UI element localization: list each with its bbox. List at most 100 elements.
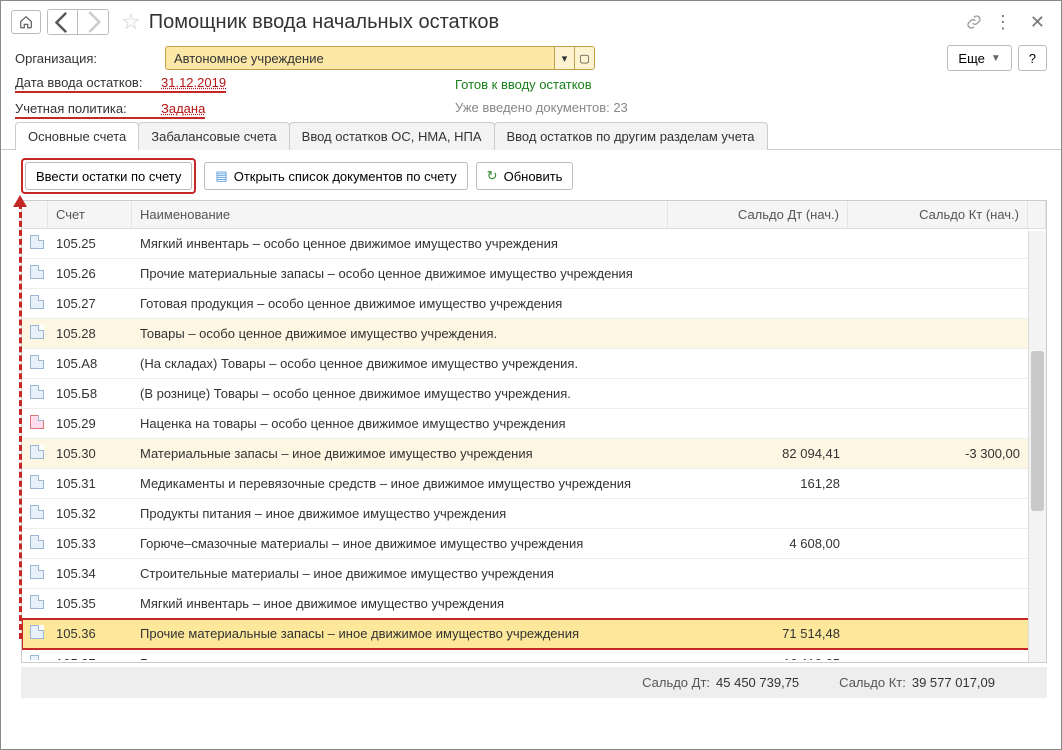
- cell-debit: 161,28: [668, 470, 848, 497]
- cell-account: 105.35: [48, 590, 132, 617]
- footer-cred-value: 39 577 017,09: [912, 675, 995, 690]
- org-label: Организация:: [15, 51, 155, 66]
- tab-main-accounts[interactable]: Основные счета: [15, 122, 139, 150]
- open-icon[interactable]: ▢: [574, 47, 594, 69]
- table-row[interactable]: 105.34Строительные материалы – иное движ…: [22, 559, 1046, 589]
- table-row[interactable]: 105.Б8(В рознице) Товары – особо ценное …: [22, 379, 1046, 409]
- account-icon: [30, 325, 44, 339]
- table-row[interactable]: 105.31Медикаменты и перевязочные средств…: [22, 469, 1046, 499]
- help-button[interactable]: ?: [1018, 45, 1047, 71]
- cell-account: 105.34: [48, 560, 132, 587]
- cell-name: Продукты питания – иное движимое имущест…: [132, 500, 668, 527]
- cell-debit: [668, 598, 848, 610]
- more-button[interactable]: Еще▼: [947, 45, 1011, 71]
- table-row[interactable]: 105.35Мягкий инвентарь – иное движимое и…: [22, 589, 1046, 619]
- account-icon: [30, 385, 44, 399]
- refresh-icon: ↻: [487, 168, 498, 184]
- col-debit[interactable]: Сальдо Дт (нач.): [668, 201, 848, 228]
- table-row[interactable]: 105.А8(На складах) Товары – особо ценное…: [22, 349, 1046, 379]
- cell-debit: [668, 268, 848, 280]
- account-icon: [30, 475, 44, 489]
- enter-balances-button[interactable]: Ввести остатки по счету: [25, 162, 192, 190]
- table-row[interactable]: 105.25Мягкий инвентарь – особо ценное дв…: [22, 229, 1046, 259]
- tab-other[interactable]: Ввод остатков по другим разделам учета: [494, 122, 768, 150]
- tab-os-nma[interactable]: Ввод остатков ОС, НМА, НПА: [289, 122, 495, 150]
- date-label: Дата ввода остатков:: [15, 75, 161, 93]
- cell-name: (В рознице) Товары – особо ценное движим…: [132, 380, 668, 407]
- back-button[interactable]: [48, 10, 78, 34]
- col-account[interactable]: Счет: [48, 201, 132, 228]
- cell-name: Готовая продукция – особо ценное движимо…: [132, 290, 668, 317]
- table-row[interactable]: 105.33Горюче–смазочные материалы – иное …: [22, 529, 1046, 559]
- home-icon: [19, 15, 33, 29]
- cell-account: 105.32: [48, 500, 132, 527]
- cell-account: 105.27: [48, 290, 132, 317]
- col-name[interactable]: Наименование: [132, 201, 668, 228]
- cell-account: 105.Б8: [48, 380, 132, 407]
- page-title: Помощник ввода начальных остатков: [149, 11, 499, 34]
- arrow-right-icon: [78, 9, 108, 35]
- cell-account: 105.36: [48, 620, 132, 647]
- col-credit[interactable]: Сальдо Кт (нач.): [848, 201, 1028, 228]
- cell-account: 105.28: [48, 320, 132, 347]
- annotation-arrow-line: [19, 203, 22, 639]
- table-row[interactable]: 105.27Готовая продукция – особо ценное д…: [22, 289, 1046, 319]
- cell-debit: [668, 298, 848, 310]
- document-list-icon: ▤: [215, 168, 227, 184]
- status-docs: Уже введено документов: 23: [455, 100, 628, 115]
- account-icon: [30, 505, 44, 519]
- open-doc-list-button[interactable]: ▤ Открыть список документов по счету: [204, 162, 467, 190]
- refresh-button[interactable]: ↻ Обновить: [476, 162, 574, 190]
- chevron-down-icon: ▼: [991, 53, 1001, 64]
- org-select[interactable]: Автономное учреждение ▾ ▢: [165, 46, 595, 70]
- org-value: Автономное учреждение: [166, 51, 554, 66]
- table-row[interactable]: 105.28Товары – особо ценное движимое иму…: [22, 319, 1046, 349]
- cell-credit: [848, 268, 1028, 280]
- cell-name: Товары – особо ценное движимое имущество…: [132, 320, 668, 347]
- account-icon: [30, 295, 44, 309]
- close-button[interactable]: ✕: [1024, 12, 1051, 33]
- cell-credit: [848, 388, 1028, 400]
- forward-button[interactable]: [78, 10, 108, 34]
- table-row[interactable]: 105.30Материальные запасы – иное движимо…: [22, 439, 1046, 469]
- cell-debit: 71 514,48: [668, 620, 848, 647]
- cell-name: Горюче–смазочные материалы – иное движим…: [132, 530, 668, 557]
- account-icon: [30, 595, 44, 609]
- cell-name: Прочие материальные запасы – иное движим…: [132, 620, 668, 647]
- account-icon: [30, 235, 44, 249]
- table-row[interactable]: 105.32Продукты питания – иное движимое и…: [22, 499, 1046, 529]
- cell-account: 105.30: [48, 440, 132, 467]
- favorite-star-icon[interactable]: ☆: [121, 9, 141, 35]
- cell-credit: [848, 628, 1028, 640]
- date-link[interactable]: 31.12.2019: [161, 75, 226, 93]
- arrow-left-icon: [48, 9, 77, 35]
- account-icon: [30, 265, 44, 279]
- cell-debit: 4 608,00: [668, 530, 848, 557]
- cell-credit: [848, 238, 1028, 250]
- link-icon[interactable]: [966, 14, 982, 30]
- policy-link[interactable]: Задана: [161, 101, 205, 119]
- cell-debit: [668, 508, 848, 520]
- kebab-menu-icon[interactable]: ⋮: [988, 12, 1018, 33]
- cell-name: Медикаменты и перевязочные средств – ино…: [132, 470, 668, 497]
- cell-debit: [668, 388, 848, 400]
- cell-credit: [848, 478, 1028, 490]
- cell-account: 105.26: [48, 260, 132, 287]
- table-row[interactable]: 105.26Прочие материальные запасы – особо…: [22, 259, 1046, 289]
- cell-account: 105.31: [48, 470, 132, 497]
- tab-offbalance[interactable]: Забалансовые счета: [138, 122, 289, 150]
- table-row[interactable]: 105.36Прочие материальные запасы – иное …: [22, 619, 1046, 649]
- cell-debit: [668, 418, 848, 430]
- table-row[interactable]: 105.37Готовая продукция – иное движимое …: [22, 649, 1046, 660]
- totals-footer: Сальдо Дт: 45 450 739,75 Сальдо Кт: 39 5…: [21, 667, 1047, 698]
- dropdown-icon[interactable]: ▾: [554, 47, 574, 69]
- scroll-thumb[interactable]: [1031, 351, 1044, 511]
- status-ready: Готов к вводу остатков: [455, 77, 628, 92]
- policy-label: Учетная политика:: [15, 101, 161, 119]
- cell-credit: [848, 568, 1028, 580]
- scrollbar[interactable]: [1028, 231, 1046, 662]
- home-button[interactable]: [11, 10, 41, 34]
- table-row[interactable]: 105.29Наценка на товары – особо ценное д…: [22, 409, 1046, 439]
- cell-account: 105.29: [48, 410, 132, 437]
- footer-deb-value: 45 450 739,75: [716, 675, 799, 690]
